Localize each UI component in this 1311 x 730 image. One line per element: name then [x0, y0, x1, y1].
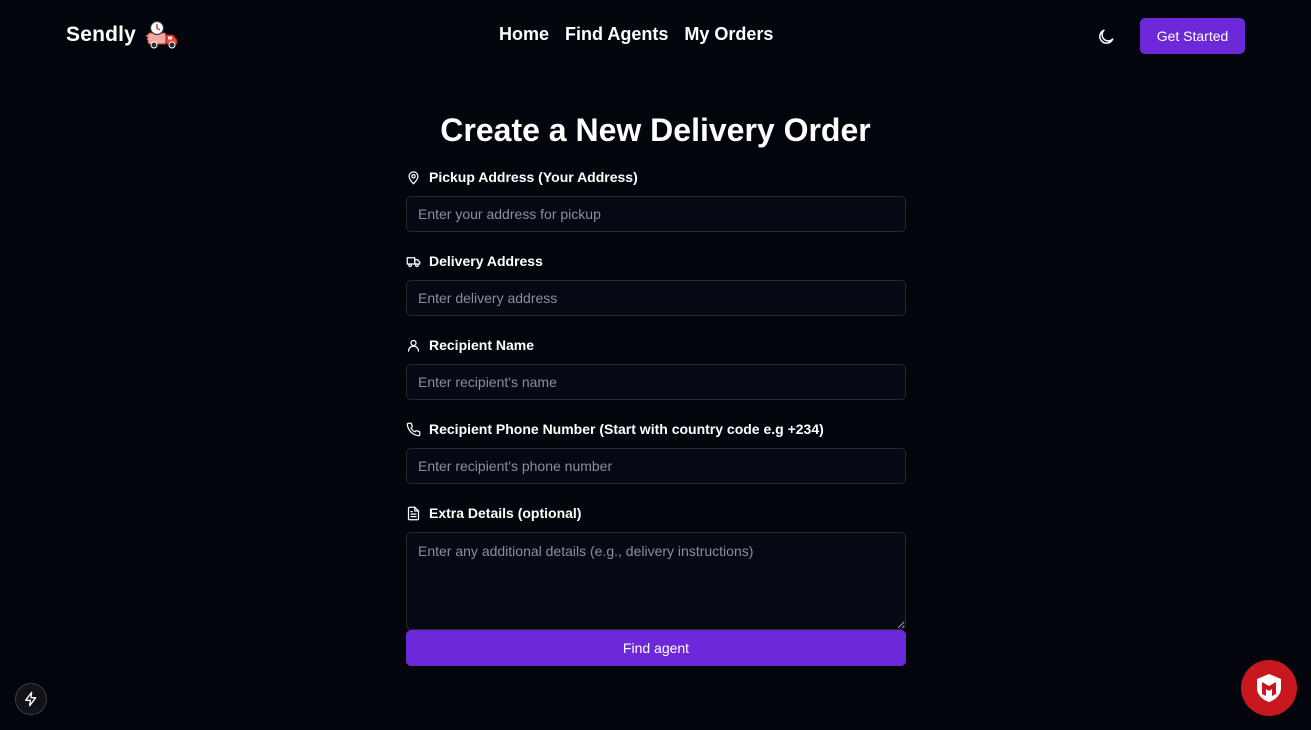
pickup-address-label: Pickup Address (Your Address) [429, 169, 638, 185]
recipient-name-label: Recipient Name [429, 337, 535, 353]
nav-my-orders[interactable]: My Orders [684, 24, 773, 45]
recipient-phone-field: Recipient Phone Number (Start with count… [406, 418, 906, 484]
delivery-truck-logo-icon [146, 20, 178, 49]
delivery-order-form: Pickup Address (Your Address) Delivery A… [406, 166, 906, 648]
moon-icon[interactable] [1096, 27, 1116, 47]
recipient-name-input[interactable] [406, 364, 906, 400]
nav-find-agents[interactable]: Find Agents [565, 24, 668, 45]
page: Sendly Home Find Agents My Orders Get St… [0, 0, 1311, 730]
truck-icon [406, 256, 421, 267]
security-shield-badge[interactable] [1241, 660, 1297, 716]
phone-icon [406, 422, 421, 436]
extra-details-field: Extra Details (optional) [406, 502, 906, 630]
pickup-address-input[interactable] [406, 196, 906, 232]
find-agent-button[interactable]: Find agent [406, 630, 906, 666]
page-title: Create a New Delivery Order [440, 112, 871, 148]
get-started-button[interactable]: Get Started [1140, 18, 1245, 54]
delivery-address-input[interactable] [406, 280, 906, 316]
user-icon [407, 339, 420, 352]
extra-details-label: Extra Details (optional) [429, 505, 582, 521]
shield-m-icon [1257, 674, 1281, 702]
main-nav: Home Find Agents My Orders [499, 24, 773, 45]
brand-name: Sendly [66, 23, 137, 46]
pickup-address-field: Pickup Address (Your Address) [406, 166, 906, 232]
document-icon [407, 506, 420, 520]
dev-tools-button[interactable] [15, 683, 47, 715]
recipient-name-field: Recipient Name [406, 334, 906, 400]
delivery-address-field: Delivery Address [406, 250, 906, 316]
lightning-bolt-icon [25, 691, 37, 707]
extra-details-textarea[interactable] [406, 532, 906, 630]
recipient-phone-input[interactable] [406, 448, 906, 484]
brand[interactable]: Sendly [66, 20, 180, 50]
nav-home[interactable]: Home [499, 24, 549, 45]
top-navbar: Sendly Home Find Agents My Orders Get St… [0, 0, 1311, 72]
map-pin-icon [408, 170, 419, 184]
recipient-phone-label: Recipient Phone Number (Start with count… [429, 421, 824, 437]
delivery-address-label: Delivery Address [429, 253, 543, 269]
